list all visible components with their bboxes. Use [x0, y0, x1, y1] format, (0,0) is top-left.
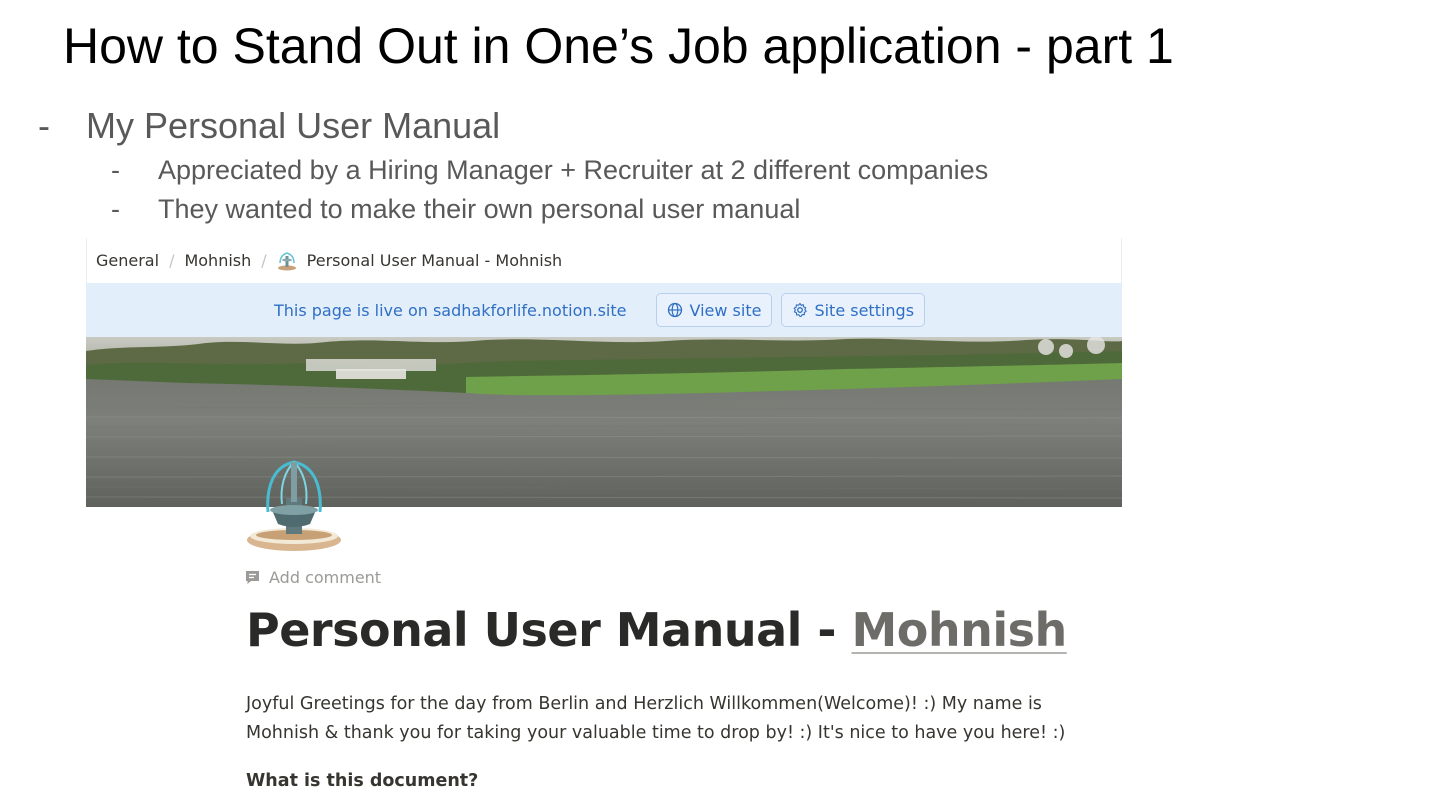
- site-settings-label: Site settings: [814, 300, 915, 320]
- slide-title: How to Stand Out in One’s Job applicatio…: [63, 18, 1174, 74]
- add-comment-label: Add comment: [269, 568, 382, 587]
- gear-icon: [794, 302, 808, 318]
- sub-bullet-1-text: Appreciated by a Hiring Manager + Recrui…: [158, 155, 989, 185]
- bullet-main: - My Personal User Manual: [38, 104, 500, 148]
- breadcrumb-general[interactable]: General: [95, 251, 160, 270]
- globe-icon: [668, 302, 683, 318]
- breadcrumb-current-page[interactable]: Personal User Manual - Mohnish: [306, 251, 564, 270]
- sub-bullet-2-text: They wanted to make their own personal u…: [158, 194, 801, 224]
- breadcrumb-separator: /: [261, 251, 267, 270]
- bullet-dash: -: [111, 194, 120, 224]
- fountain-icon[interactable]: [244, 458, 344, 554]
- site-settings-button[interactable]: Site settings: [781, 293, 926, 327]
- page-title: Personal User Manual - Mohnish: [246, 600, 1067, 660]
- page-title-name-link[interactable]: Mohnish: [852, 603, 1068, 657]
- add-comment-button[interactable]: Add comment: [244, 568, 381, 587]
- sub-bullet-1: - Appreciated by a Hiring Manager + Recru…: [111, 153, 988, 187]
- bullet-dash: -: [38, 105, 50, 146]
- cover-image: [86, 337, 1122, 507]
- view-site-label: View site: [689, 300, 762, 320]
- sub-bullet-2: - They wanted to make their own personal …: [111, 192, 800, 226]
- notion-screenshot: General / Mohnish / Personal User Manual…: [86, 238, 1122, 810]
- breadcrumb-mohnish[interactable]: Mohnish: [183, 251, 252, 270]
- breadcrumb: General / Mohnish / Personal User Manual…: [86, 238, 1122, 283]
- page-title-prefix: Personal User Manual -: [246, 603, 852, 657]
- breadcrumb-separator: /: [169, 251, 175, 270]
- public-page-banner: This page is live on sadhakforlife.notio…: [86, 283, 1122, 337]
- section-heading: What is this document?: [246, 771, 479, 791]
- view-site-button[interactable]: View site: [656, 293, 773, 327]
- banner-text: This page is live on sadhakforlife.notio…: [273, 300, 627, 320]
- bullet-main-text: My Personal User Manual: [86, 105, 501, 146]
- comment-icon: [246, 571, 259, 584]
- bullet-dash: -: [111, 155, 120, 185]
- fountain-icon: [276, 250, 298, 272]
- slide: How to Stand Out in One’s Job applicatio…: [0, 0, 1440, 810]
- intro-paragraph: Joyful Greetings for the day from Berlin…: [246, 694, 1066, 743]
